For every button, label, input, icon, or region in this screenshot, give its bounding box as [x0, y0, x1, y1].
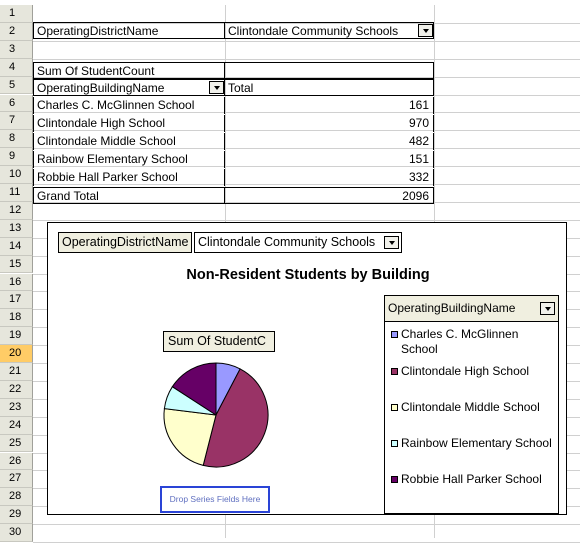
table-row-name: Clintondale High School	[33, 115, 225, 132]
table-row-value: 161	[224, 97, 434, 114]
row-header-13[interactable]: 13	[0, 219, 33, 238]
legend-swatch	[391, 331, 398, 338]
page-field-dropdown-icon[interactable]	[418, 24, 433, 37]
legend-item: Robbie Hall Parker School	[391, 472, 556, 487]
chart-page-field-label[interactable]: OperatingDistrictName	[58, 232, 193, 253]
legend-label: Rainbow Elementary School	[401, 436, 552, 450]
legend-swatch	[391, 440, 398, 447]
row-header-5[interactable]: 5	[0, 76, 33, 95]
chart-page-field-value[interactable]: Clintondale Community Schools	[194, 232, 402, 253]
row-header-24[interactable]: 24	[0, 416, 33, 435]
page-field-value[interactable]: Clintondale Community Schools	[224, 22, 434, 39]
chart-title: Non-Resident Students by Building	[186, 267, 430, 283]
row-header-26[interactable]: 26	[0, 452, 33, 471]
table-row-name: Robbie Hall Parker School	[33, 169, 225, 186]
legend-field-button[interactable]: OperatingBuildingName	[385, 296, 558, 322]
data-field-blank	[224, 62, 434, 79]
table-row-value: 970	[224, 115, 434, 132]
row-header-17[interactable]: 17	[0, 291, 33, 310]
row-header-19[interactable]: 19	[0, 327, 33, 346]
row-header-20[interactable]: 20	[0, 345, 33, 363]
row-header-9[interactable]: 9	[0, 148, 33, 167]
table-row-name: Rainbow Elementary School	[33, 151, 225, 168]
row-header-12[interactable]: 12	[0, 201, 33, 220]
gridline-horizontal	[33, 524, 580, 526]
row-header-14[interactable]: 14	[0, 237, 33, 256]
legend-item: Clintondale High School	[391, 364, 556, 379]
row-header-8[interactable]: 8	[0, 130, 33, 149]
legend-item: Rainbow Elementary School	[391, 436, 556, 451]
table-row-name: Clintondale Middle School	[33, 133, 225, 150]
row-header-23[interactable]: 23	[0, 398, 33, 417]
legend-swatch	[391, 368, 398, 375]
row-header-15[interactable]: 15	[0, 255, 33, 274]
data-field-label[interactable]: Sum Of StudentCount	[33, 62, 225, 79]
pie-chart	[163, 362, 269, 468]
row-field-dropdown-icon[interactable]	[209, 81, 224, 94]
pivot-chart[interactable]: OperatingDistrictName Clintondale Commun…	[47, 222, 567, 515]
chart-page-dropdown-icon[interactable]	[384, 236, 399, 249]
grand-total-value: 2096	[224, 187, 434, 204]
cut-off-top-text	[0, 0, 580, 5]
row-header-25[interactable]: 25	[0, 434, 33, 453]
row-header-29[interactable]: 29	[0, 506, 33, 525]
row-header-1[interactable]: 1	[0, 5, 33, 23]
row-field-label[interactable]: OperatingBuildingName	[33, 79, 225, 96]
total-header: Total	[224, 79, 434, 96]
grand-total-label: Grand Total	[33, 187, 225, 204]
legend-swatch	[391, 404, 398, 411]
table-row-name: Charles C. McGlinnen School	[33, 97, 225, 114]
gridline-horizontal	[33, 40, 580, 42]
table-row-value: 151	[224, 151, 434, 168]
row-header-21[interactable]: 21	[0, 363, 33, 381]
gridline-horizontal	[33, 219, 580, 221]
row-header-16[interactable]: 16	[0, 273, 33, 292]
row-header-2[interactable]: 2	[0, 22, 33, 41]
table-row-value: 332	[224, 169, 434, 186]
row-header-3[interactable]: 3	[0, 40, 33, 59]
page-field-label[interactable]: OperatingDistrictName	[33, 22, 225, 39]
chart-data-field-button[interactable]: Sum Of StudentC	[163, 331, 275, 352]
row-header-22[interactable]: 22	[0, 380, 33, 399]
table-row-value: 482	[224, 133, 434, 150]
legend-label: Clintondale Middle School	[401, 400, 540, 414]
drop-series-zone[interactable]: Drop Series Fields Here	[160, 486, 270, 513]
gridline-horizontal	[33, 58, 580, 60]
legend-label: Clintondale High School	[401, 364, 530, 378]
row-header-4[interactable]: 4	[0, 58, 33, 77]
row-header-10[interactable]: 10	[0, 166, 33, 184]
legend-item: Charles C. McGlinnen School	[391, 327, 556, 357]
legend-item: Clintondale Middle School	[391, 400, 556, 415]
row-header-28[interactable]: 28	[0, 488, 33, 507]
legend-label: Robbie Hall Parker School	[401, 472, 542, 486]
row-header-27[interactable]: 27	[0, 470, 33, 489]
legend-dropdown-icon[interactable]	[540, 302, 555, 315]
row-header-18[interactable]: 18	[0, 309, 33, 328]
chart-legend: OperatingBuildingName Charles C. McGlinn…	[384, 295, 559, 514]
row-header-11[interactable]: 11	[0, 184, 33, 202]
legend-swatch	[391, 476, 398, 483]
row-header-6[interactable]: 6	[0, 94, 33, 113]
row-header-7[interactable]: 7	[0, 112, 33, 131]
legend-label: Charles C. McGlinnen School	[401, 327, 519, 356]
row-header-30[interactable]: 30	[0, 524, 33, 542]
worksheet[interactable]: 1 2 3 4 5 6 7 8 9 10 11 12 13 14 15 16 17 18 19 20 21 22 23 24 2…	[0, 0, 580, 543]
